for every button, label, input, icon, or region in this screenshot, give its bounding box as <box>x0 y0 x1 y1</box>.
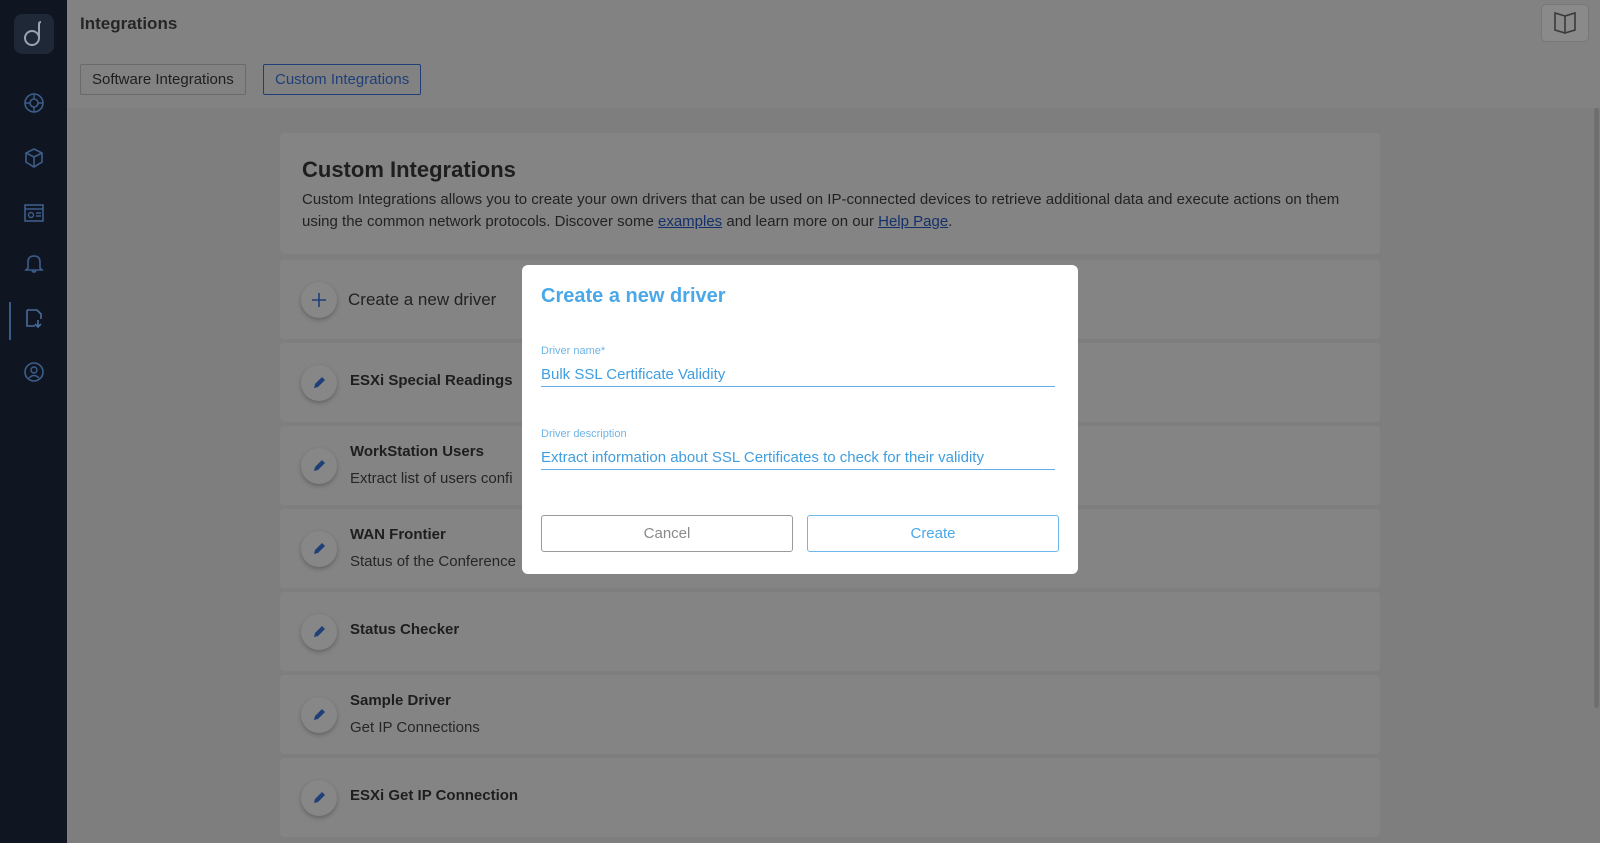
driver-row[interactable]: Status Checker <box>280 592 1380 671</box>
dialog-title: Create a new driver <box>541 285 726 307</box>
nav-dashboard-icon[interactable] <box>22 201 46 225</box>
edit-driver-button[interactable] <box>301 447 337 484</box>
edit-driver-button[interactable] <box>301 530 337 567</box>
driver-description: Extract list of users confi <box>350 470 513 487</box>
edit-driver-button[interactable] <box>301 613 337 650</box>
driver-description: Status of the Conference <box>350 553 516 570</box>
cancel-button[interactable]: Cancel <box>541 515 793 552</box>
driver-description: Get IP Connections <box>350 719 480 736</box>
nav-bell-icon[interactable] <box>22 251 46 275</box>
nav-packages-icon[interactable] <box>22 146 46 170</box>
header: Integrations Software Integrations Custo… <box>67 0 1600 108</box>
driver-row[interactable]: ESXi Get IP Connection <box>280 758 1380 837</box>
driver-name: Sample Driver <box>350 692 451 709</box>
driver-name: WAN Frontier <box>350 526 446 543</box>
examples-link[interactable]: examples <box>658 213 722 230</box>
driver-name: Status Checker <box>350 621 460 638</box>
edit-driver-button[interactable] <box>301 364 337 401</box>
create-driver-dialog: Create a new driver Driver name* Driver … <box>522 265 1078 574</box>
pencil-icon <box>314 459 325 471</box>
intro-description: Custom Integrations allows you to create… <box>302 191 1340 230</box>
nav-user-support-icon[interactable] <box>22 360 46 384</box>
driver-name: WorkStation Users <box>350 443 484 460</box>
tab-software-integrations[interactable]: Software Integrations <box>80 64 246 95</box>
section-title: Custom Integrations <box>302 157 516 182</box>
driver-name: ESXi Special Readings <box>350 372 513 389</box>
nav-integrations-icon[interactable] <box>22 306 46 330</box>
edit-driver-button[interactable] <box>301 696 337 733</box>
nav-network-globe-icon[interactable] <box>22 91 46 115</box>
driver-name-label: Driver name* <box>541 345 606 357</box>
pencil-icon <box>314 625 325 637</box>
open-book-icon <box>1554 11 1576 34</box>
app-logo[interactable] <box>14 14 54 54</box>
help-page-link[interactable]: Help Page <box>878 213 948 230</box>
page-title: Integrations <box>80 14 178 33</box>
pencil-icon <box>314 708 325 720</box>
scrollbar[interactable] <box>1592 108 1600 708</box>
driver-name-input[interactable] <box>541 363 1055 387</box>
documentation-button[interactable] <box>1541 4 1589 42</box>
driver-description-input[interactable] <box>541 446 1055 470</box>
driver-name: ESXi Get IP Connection <box>350 787 519 804</box>
driver-row[interactable]: Sample Driver Get IP Connections <box>280 675 1380 754</box>
pencil-icon <box>314 376 325 388</box>
driver-description-label: Driver description <box>541 428 627 440</box>
sidebar <box>0 0 67 843</box>
create-driver-label: Create a new driver <box>348 289 497 309</box>
tab-custom-integrations[interactable]: Custom Integrations <box>263 64 422 95</box>
plus-icon <box>312 292 326 307</box>
logo-d-icon <box>24 21 42 46</box>
edit-driver-button[interactable] <box>301 779 337 816</box>
add-driver-button[interactable] <box>301 281 337 318</box>
nav-active-indicator <box>9 302 11 340</box>
pencil-icon <box>314 791 325 803</box>
pencil-icon <box>314 542 325 554</box>
intro-card: Custom Integrations Custom Integrations … <box>280 133 1380 254</box>
create-button[interactable]: Create <box>807 515 1059 552</box>
